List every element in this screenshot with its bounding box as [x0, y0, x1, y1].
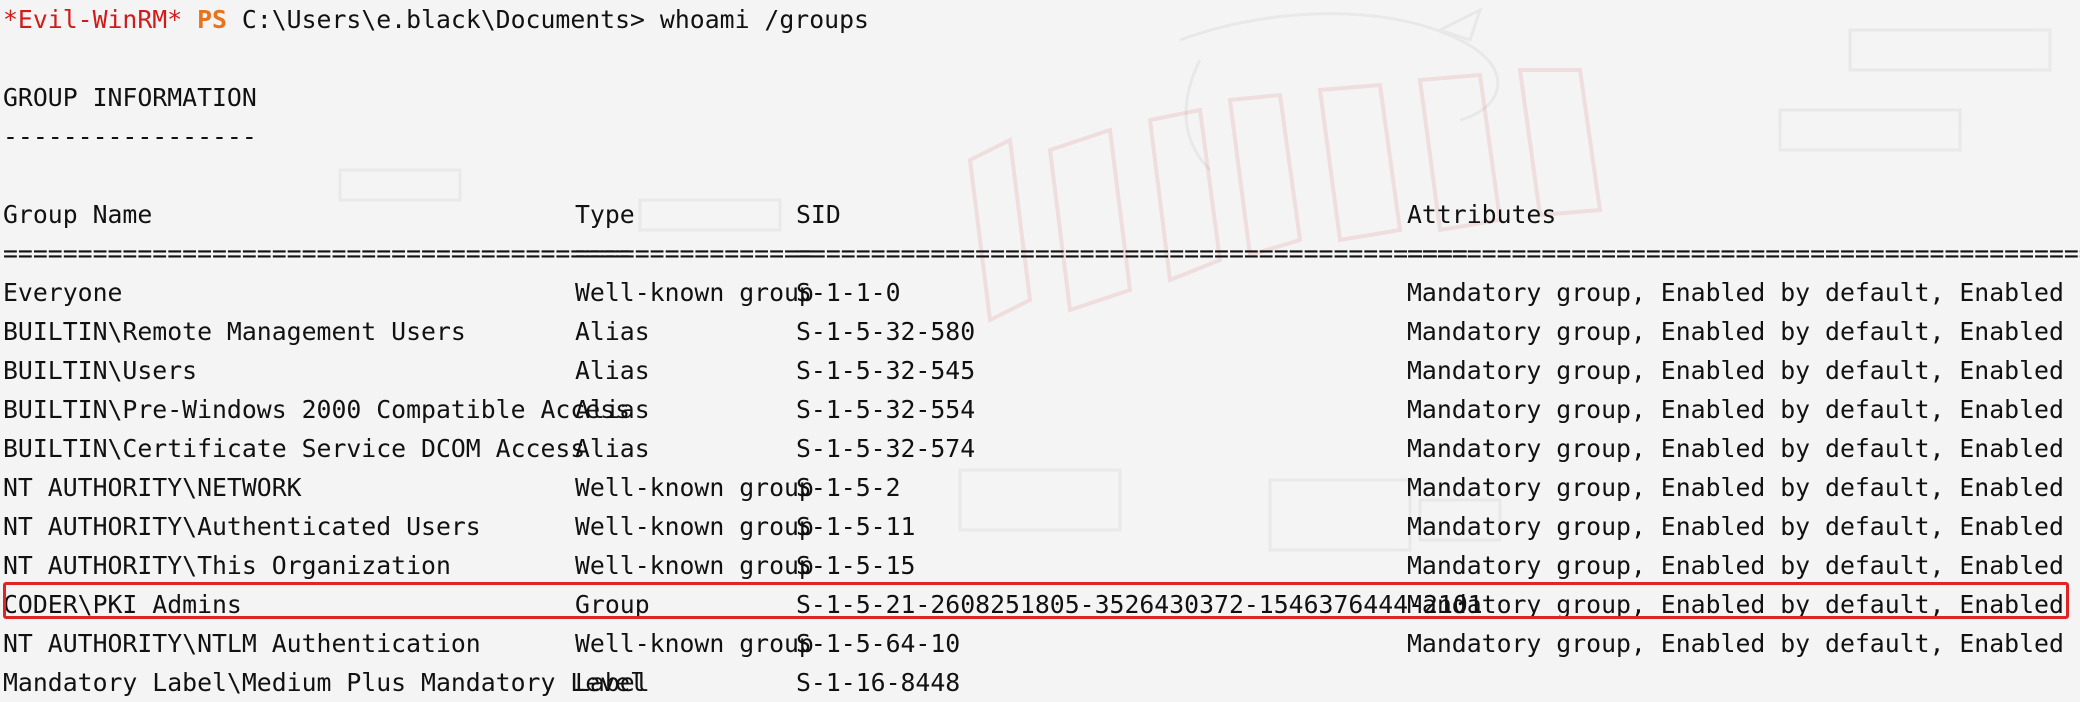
- table-row: BUILTIN\Users Alias S-1-5-32-545 Mandato…: [3, 351, 2080, 390]
- group-name-cell: NT AUTHORITY\Authenticated Users: [3, 512, 481, 541]
- group-sid-cell: S-1-16-8448: [796, 668, 961, 697]
- header-group-name: Group Name: [3, 200, 153, 229]
- group-sid-cell: S-1-5-2: [796, 473, 901, 502]
- table-row: Everyone Well-known group S-1-1-0 Mandat…: [3, 273, 2080, 312]
- group-type-cell: Label: [575, 668, 650, 697]
- group-type-cell: Well-known group: [575, 629, 814, 658]
- command-prompt-line: *Evil-WinRM* PS C:\Users\e.black\Documen…: [3, 0, 869, 39]
- group-type-cell: Well-known group: [575, 512, 814, 541]
- header-type: Type: [575, 200, 635, 229]
- evil-winrm-prompt-label: *Evil-WinRM*: [3, 5, 183, 34]
- group-attributes-cell: Mandatory group, Enabled by default, Ena…: [1407, 434, 2080, 463]
- group-sid-cell: S-1-5-32-554: [796, 395, 976, 424]
- group-attributes-cell: Mandatory group, Enabled by default, Ena…: [1407, 629, 2080, 658]
- separator-attributes: ========================================…: [1407, 239, 2080, 268]
- group-type-cell: Group: [575, 590, 650, 619]
- group-name-cell: BUILTIN\Remote Management Users: [3, 317, 466, 346]
- table-row: Mandatory Label\Medium Plus Mandatory Le…: [3, 663, 2078, 702]
- group-attributes-cell: Mandatory group, Enabled by default, Ena…: [1407, 551, 2080, 580]
- group-name-cell: NT AUTHORITY\This Organization: [3, 551, 451, 580]
- table-row: NT AUTHORITY\Authenticated Users Well-kn…: [3, 507, 2080, 546]
- group-attributes-cell: Mandatory group, Enabled by default, Ena…: [1407, 473, 2080, 502]
- group-attributes-cell: Mandatory group, Enabled by default, Ena…: [1407, 512, 2080, 541]
- section-underline: -----------------: [3, 122, 257, 151]
- group-sid-cell: S-1-5-32-574: [796, 434, 976, 463]
- table-row: NT AUTHORITY\NETWORK Well-known group S-…: [3, 468, 2080, 507]
- group-attributes-cell: Mandatory group, Enabled by default, Ena…: [1407, 317, 2080, 346]
- group-name-cell: NT AUTHORITY\NTLM Authentication: [3, 629, 481, 658]
- group-sid-cell: S-1-5-21-2608251805-3526430372-154637644…: [796, 590, 1483, 619]
- table-row: NT AUTHORITY\This Organization Well-know…: [3, 546, 2080, 585]
- table-row: NT AUTHORITY\NTLM Authentication Well-kn…: [3, 624, 2080, 663]
- group-attributes-cell: Mandatory group, Enabled by default, Ena…: [1407, 278, 2080, 307]
- group-attributes-cell: Mandatory group, Enabled by default, Ena…: [1407, 356, 2080, 385]
- section-title: GROUP INFORMATION: [3, 83, 257, 112]
- group-sid-cell: S-1-5-64-10: [796, 629, 961, 658]
- table-row: BUILTIN\Remote Management Users Alias S-…: [3, 312, 2080, 351]
- separator-type: ================: [575, 239, 814, 268]
- group-type-cell: Well-known group: [575, 278, 814, 307]
- group-type-cell: Alias: [575, 395, 650, 424]
- group-type-cell: Alias: [575, 317, 650, 346]
- group-type-cell: Alias: [575, 434, 650, 463]
- group-attributes-cell: Mandatory group, Enabled by default, Ena…: [1407, 395, 2080, 424]
- terminal-output: *Evil-WinRM* PS C:\Users\e.black\Documen…: [3, 0, 2080, 702]
- group-sid-cell: S-1-5-15: [796, 551, 916, 580]
- table-separator-row: ========================================…: [3, 234, 2080, 273]
- table-row-highlighted: CODER\PKI Admins Group S-1-5-21-26082518…: [3, 585, 2080, 624]
- group-name-cell: NT AUTHORITY\NETWORK: [3, 473, 302, 502]
- table-header-row: Group Name Type SID Attributes: [3, 195, 2078, 234]
- group-sid-cell: S-1-1-0: [796, 278, 901, 307]
- group-type-cell: Alias: [575, 356, 650, 385]
- separator-sid: ========================================…: [796, 239, 1468, 268]
- group-sid-cell: S-1-5-32-545: [796, 356, 976, 385]
- group-name-cell: BUILTIN\Users: [3, 356, 198, 385]
- group-name-cell: BUILTIN\Pre-Windows 2000 Compatible Acce…: [3, 395, 631, 424]
- ps-prompt-label: PS: [197, 5, 227, 34]
- group-name-cell: Mandatory Label\Medium Plus Mandatory Le…: [3, 668, 645, 697]
- command-text: whoami /groups: [659, 5, 869, 34]
- table-row: BUILTIN\Certificate Service DCOM Access …: [3, 429, 2080, 468]
- group-name-cell: Everyone: [3, 278, 123, 307]
- header-attributes: Attributes: [1407, 200, 1557, 229]
- group-name-cell: CODER\PKI Admins: [3, 590, 242, 619]
- prompt-path: C:\Users\e.black\Documents>: [241, 5, 645, 34]
- group-type-cell: Well-known group: [575, 473, 814, 502]
- group-type-cell: Well-known group: [575, 551, 814, 580]
- group-name-cell: BUILTIN\Certificate Service DCOM Access: [3, 434, 586, 463]
- table-row: BUILTIN\Pre-Windows 2000 Compatible Acce…: [3, 390, 2080, 429]
- group-attributes-cell: Mandatory group, Enabled by default, Ena…: [1407, 590, 2080, 619]
- header-sid: SID: [796, 200, 841, 229]
- group-sid-cell: S-1-5-32-580: [796, 317, 976, 346]
- separator-group-name: ========================================…: [3, 239, 631, 268]
- group-sid-cell: S-1-5-11: [796, 512, 916, 541]
